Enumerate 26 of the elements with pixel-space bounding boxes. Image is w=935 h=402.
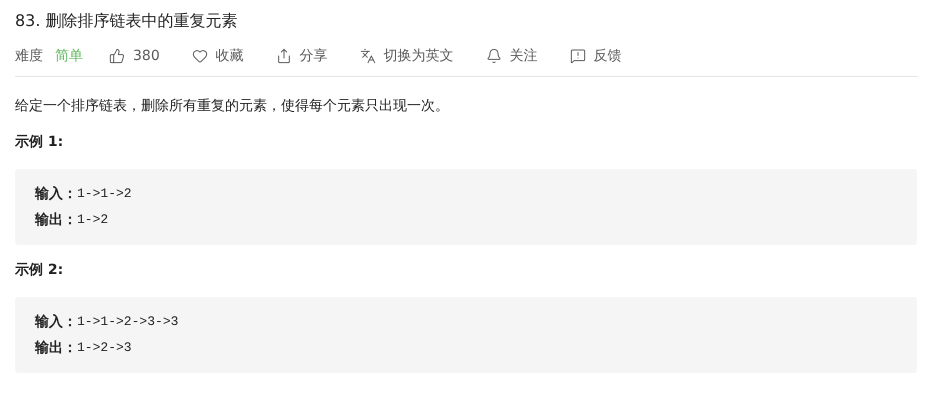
example-value: 1->2 bbox=[77, 211, 108, 230]
example-value: 1->2->3 bbox=[77, 339, 132, 358]
example-heading: 示例 2: bbox=[15, 261, 64, 280]
example-label: 输入： bbox=[35, 184, 77, 204]
example-label: 输出： bbox=[35, 210, 77, 230]
favorite-button[interactable]: 收藏 bbox=[192, 46, 244, 66]
thumbs-up-icon bbox=[109, 48, 125, 64]
example-heading: 示例 1: bbox=[15, 133, 64, 152]
example-value: 1->1->2->3->3 bbox=[77, 313, 178, 332]
difficulty-value: 简单 bbox=[55, 46, 83, 66]
difficulty-label: 难度 bbox=[15, 46, 43, 66]
follow-button[interactable]: 关注 bbox=[486, 46, 538, 66]
heart-icon bbox=[192, 48, 208, 64]
translate-button[interactable]: 切换为英文 bbox=[360, 46, 454, 66]
example-value: 1->1->2 bbox=[77, 185, 132, 204]
share-icon bbox=[276, 48, 292, 64]
share-button[interactable]: 分享 bbox=[276, 46, 328, 66]
problem-description: 给定一个排序链表，删除所有重复的元素，使得每个元素只出现一次。 bbox=[15, 97, 450, 116]
like-button[interactable]: 380 bbox=[109, 46, 160, 66]
problem-title: 83. 删除排序链表中的重复元素 bbox=[15, 10, 239, 32]
example-label: 输出： bbox=[35, 338, 77, 358]
feedback-button[interactable]: 反馈 bbox=[570, 46, 622, 66]
translate-icon bbox=[360, 48, 376, 64]
example-label: 输入： bbox=[35, 312, 77, 332]
feedback-icon bbox=[570, 48, 586, 64]
bell-icon bbox=[486, 48, 502, 64]
